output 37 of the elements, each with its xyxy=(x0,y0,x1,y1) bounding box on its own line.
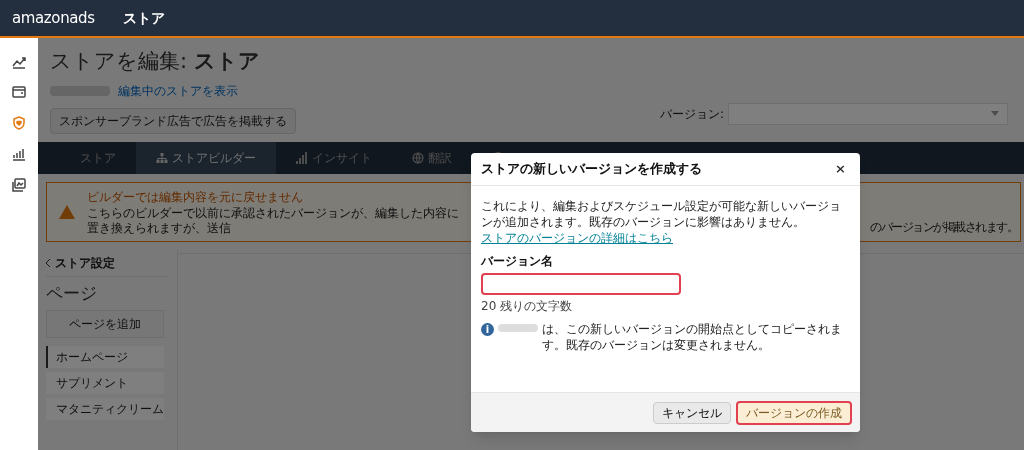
info-icon: i xyxy=(481,322,494,336)
close-button[interactable]: × xyxy=(831,159,850,179)
version-details-link[interactable]: ストアのバージョンの詳細はこちら xyxy=(481,231,673,245)
globe-icon xyxy=(412,151,424,164)
page-item[interactable]: サプリメント xyxy=(46,372,164,394)
warning-title: ビルダーでは編集内容を元に戻せません xyxy=(87,188,303,206)
add-page-button[interactable]: ページを追加 xyxy=(46,310,164,338)
sponsor-button[interactable]: スポンサーブランド広告で広告を掲載する xyxy=(50,107,296,134)
media-icon[interactable] xyxy=(11,177,27,193)
chevron-left-icon xyxy=(46,258,51,267)
blurred-store-name xyxy=(498,323,538,332)
view-store-link[interactable]: 編集中のストアを表示 xyxy=(118,81,238,100)
character-counter: 20 残りの文字数 xyxy=(481,297,574,315)
field-label: バージョン名 xyxy=(481,253,554,270)
version-label: バージョン: xyxy=(659,105,724,123)
cancel-button[interactable]: キャンセル xyxy=(653,401,731,424)
bar-chart-icon[interactable] xyxy=(11,146,27,162)
info-text: は、この新しいバージョンの開始点としてコピーされます。既存のバージョンは変更されません。 xyxy=(542,320,843,353)
warning-text-end: のバージョンが掲載されます。 xyxy=(870,218,1017,236)
warning-text: こちらのビルダーで以前に承認されたバージョンが、編集した内容に置き換えられますが、送信 xyxy=(87,205,460,236)
sitemap-icon xyxy=(156,151,168,164)
pages-heading: ページ xyxy=(46,281,98,305)
wallet-icon[interactable] xyxy=(11,84,27,100)
back-link[interactable]: ストア設定 xyxy=(46,249,169,277)
page-item[interactable]: マタニティクリーム xyxy=(46,398,164,420)
signal-icon xyxy=(296,151,308,164)
tab[interactable]: ストアビルダー xyxy=(136,141,276,174)
page-title: ストアを編集: ストア xyxy=(50,48,261,75)
shield-heart-icon[interactable] xyxy=(11,115,27,131)
dialog-title: ストアの新しいバージョンを作成する xyxy=(481,160,702,179)
dialog-description: これにより、編集およびスケジュール設定が可能な新しいバージョンが追加されます。既存のバージョンに影響はありません。 ストアのバージョンの詳細はこちら xyxy=(481,198,842,246)
warning-icon xyxy=(59,204,75,219)
app-title: ストア xyxy=(122,8,165,28)
caret-icon xyxy=(991,111,999,116)
version-name-field[interactable] xyxy=(481,272,681,295)
page-item[interactable]: ホームページ xyxy=(46,346,164,368)
logo[interactable]: amazonads xyxy=(12,6,95,30)
